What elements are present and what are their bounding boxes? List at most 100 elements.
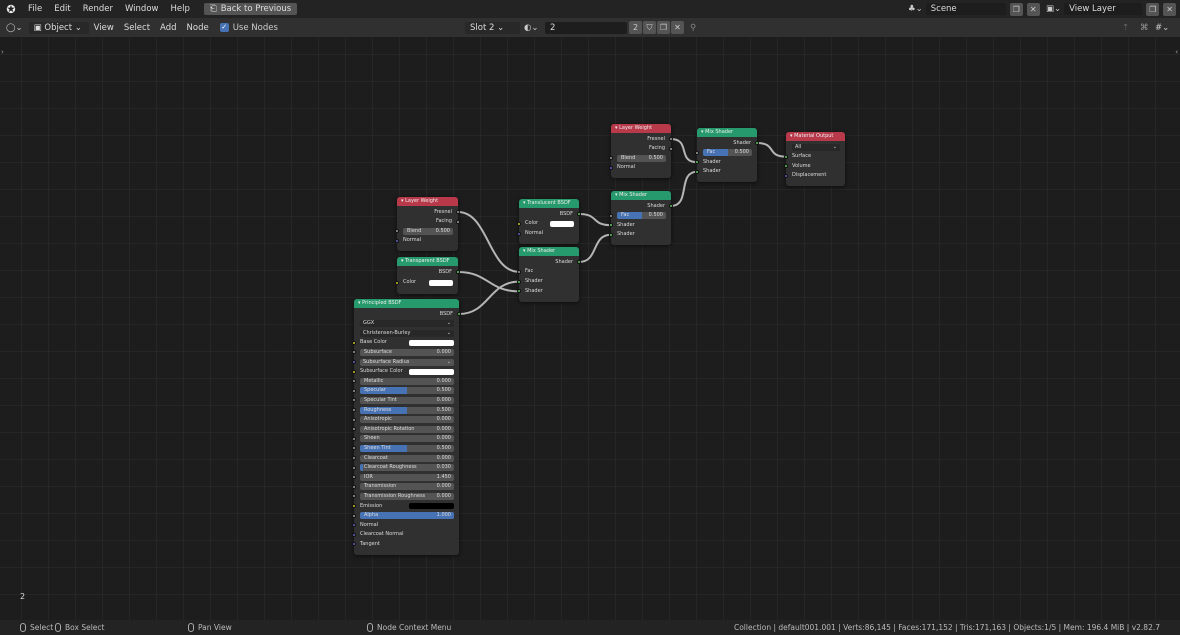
vector-socket-icon[interactable] xyxy=(609,165,613,170)
float-socket-icon[interactable] xyxy=(352,465,356,470)
value-slider[interactable]: Blend 0.500 xyxy=(403,227,453,235)
editor-type-icon[interactable]: ◯⌄ xyxy=(0,23,29,33)
socket-row-bsdf[interactable]: BSDF xyxy=(397,268,460,277)
node-header[interactable]: ▾ Mix Shader xyxy=(697,128,757,137)
value-slider[interactable]: Fac 0.500 xyxy=(617,212,666,220)
value-slider[interactable]: Transmission Roughness 0.000 xyxy=(360,492,454,500)
value-slider[interactable]: Sheen 0.000 xyxy=(360,435,454,443)
float-socket-icon[interactable] xyxy=(352,388,356,393)
node-header[interactable]: ▾ Material Output xyxy=(786,132,845,141)
material-browse-icon[interactable]: ◐⌄ xyxy=(524,23,539,33)
color-swatch[interactable] xyxy=(408,339,454,346)
node-principled-bsdf[interactable]: ▾ Principled BSDF BSDF GGX ⌄ Christensen-Bur… xyxy=(352,299,461,555)
float-socket-icon[interactable] xyxy=(352,484,356,489)
socket-row-bsdf[interactable]: BSDF xyxy=(354,310,461,319)
use-nodes-checkbox[interactable]: ✓ Use Nodes xyxy=(219,23,278,33)
toolbar-expand-icon[interactable]: › xyxy=(1,48,4,56)
value-slider[interactable]: IOR 1.450 xyxy=(360,473,454,481)
vector-socket-icon[interactable] xyxy=(784,173,788,178)
shader-socket-icon[interactable] xyxy=(755,141,759,145)
float-socket-icon[interactable] xyxy=(352,456,356,460)
vector-socket-icon[interactable] xyxy=(352,532,356,537)
socket-row-shader[interactable]: Shader xyxy=(517,277,579,286)
menu-select[interactable]: Select xyxy=(119,23,155,33)
socket-row-shader[interactable]: Shader xyxy=(517,287,579,296)
value-slider[interactable]: Clearcoat Roughness 0.030 xyxy=(360,464,454,472)
new-scene-icon[interactable]: ❐ xyxy=(1009,2,1023,16)
dropdown[interactable]: All ⌄ xyxy=(792,143,840,151)
value-slider[interactable]: Alpha 1.000 xyxy=(360,512,454,520)
node-mix-shader[interactable]: ▾ Mix Shader Shader Fac 0.500 Shader Shader xyxy=(609,191,673,246)
blender-logo-icon[interactable]: ✪ xyxy=(0,3,22,16)
socket-row-alpha[interactable]: Alpha 1.000 xyxy=(352,511,459,520)
socket-row-displacement[interactable]: Displacement xyxy=(784,171,845,180)
shader-socket-icon[interactable] xyxy=(456,270,460,274)
float-socket-icon[interactable] xyxy=(352,427,356,432)
socket-row-surface[interactable]: Surface xyxy=(784,152,845,161)
float-socket-icon[interactable] xyxy=(669,137,673,141)
menu-edit[interactable]: Edit xyxy=(48,4,76,14)
delete-scene-icon[interactable]: ✕ xyxy=(1026,2,1040,16)
socket-row-shader[interactable]: Shader xyxy=(611,202,673,211)
value-slider[interactable]: Anisotropic Rotation 0.000 xyxy=(360,425,454,433)
socket-row-sheen-tint[interactable]: Sheen Tint 0.500 xyxy=(352,444,459,453)
shader-socket-icon[interactable] xyxy=(784,164,788,169)
node-editor-canvas[interactable] xyxy=(0,37,1180,620)
node-transparent-bsdf[interactable]: ▾ Transparent BSDF BSDF Color xyxy=(395,257,460,294)
float-socket-icon[interactable] xyxy=(352,398,356,403)
float-socket-icon[interactable] xyxy=(456,219,460,224)
menu-render[interactable]: Render xyxy=(77,4,119,14)
float-socket-icon[interactable] xyxy=(352,513,356,518)
socket-row-specular[interactable]: Specular 0.500 xyxy=(352,386,459,395)
socket-row-clearcoat[interactable]: Clearcoat 0.000 xyxy=(352,454,459,463)
fake-user-shield-icon[interactable]: ⛉ xyxy=(643,21,656,34)
shader-socket-icon[interactable] xyxy=(517,279,521,284)
socket-row-normal[interactable]: Normal xyxy=(517,229,579,238)
socket-row-clearcoat-roughness[interactable]: Clearcoat Roughness 0.030 xyxy=(352,463,459,472)
socket-row-ggx[interactable]: GGX ⌄ xyxy=(354,319,459,328)
delete-view-layer-icon[interactable]: ✕ xyxy=(1163,2,1177,16)
shader-socket-icon[interactable] xyxy=(517,289,521,294)
value-slider[interactable]: Specular 0.500 xyxy=(360,387,454,395)
menu-add[interactable]: Add xyxy=(155,23,181,33)
socket-row-anisotropic[interactable]: Anisotropic 0.000 xyxy=(352,415,459,424)
material-users-count[interactable]: 2 xyxy=(629,21,642,34)
vector-socket-icon[interactable] xyxy=(352,360,356,364)
material-name-field[interactable]: 2 xyxy=(545,21,627,34)
unlink-material-icon[interactable]: ✕ xyxy=(671,21,684,34)
node-header[interactable]: ▾ Mix Shader xyxy=(611,191,671,200)
vector-socket-icon[interactable] xyxy=(517,231,521,236)
socket-row-normal[interactable]: Normal xyxy=(352,521,459,530)
float-socket-icon[interactable] xyxy=(352,475,356,480)
pin-icon[interactable]: ⚲ xyxy=(690,23,696,33)
socket-row-color[interactable]: Color xyxy=(395,278,458,287)
socket-row-facing[interactable]: Facing xyxy=(611,144,673,153)
node-layer-weight[interactable]: ▾ Layer Weight Fresnel Facing Blend 0.500 Nor… xyxy=(609,124,673,179)
value-slider[interactable]: Roughness 0.500 xyxy=(360,406,454,414)
value-slider[interactable]: Specular Tint 0.000 xyxy=(360,396,454,404)
menu-help[interactable]: Help xyxy=(164,4,195,14)
socket-row-anisotropic-rotation[interactable]: Anisotropic Rotation 0.000 xyxy=(352,425,459,434)
socket-row-christensen-burley[interactable]: Christensen-Burley ⌄ xyxy=(354,329,459,338)
socket-row-specular-tint[interactable]: Specular Tint 0.000 xyxy=(352,396,459,405)
socket-row-sheen[interactable]: Sheen 0.000 xyxy=(352,434,459,443)
menu-view[interactable]: View xyxy=(89,23,119,33)
socket-row-roughness[interactable]: Roughness 0.500 xyxy=(352,406,459,415)
node-header[interactable]: ▾ Layer Weight xyxy=(611,124,671,133)
socket-row-color[interactable]: Color xyxy=(517,219,579,228)
socket-row-shader[interactable]: Shader xyxy=(609,221,671,230)
socket-row-fac[interactable]: Fac xyxy=(517,267,579,276)
value-slider[interactable]: Fac 0.500 xyxy=(703,149,752,157)
float-socket-icon[interactable] xyxy=(609,156,613,161)
color-socket-icon[interactable] xyxy=(352,340,356,345)
float-socket-icon[interactable] xyxy=(517,269,521,274)
float-socket-icon[interactable] xyxy=(352,379,356,384)
node-material-output[interactable]: ▾ Material Output All ⌄ Surface Volume Displa… xyxy=(784,132,845,187)
socket-row-normal[interactable]: Normal xyxy=(395,236,458,245)
node-mix-shader[interactable]: ▾ Mix Shader Shader Fac 0.500 Shader Shader xyxy=(695,128,759,183)
node-layer-weight[interactable]: ▾ Layer Weight Fresnel Facing Blend 0.500 Nor… xyxy=(395,197,460,252)
color-swatch[interactable] xyxy=(550,220,574,227)
new-material-icon[interactable]: ❐ xyxy=(657,21,670,34)
float-socket-icon[interactable] xyxy=(695,150,699,155)
menu-file[interactable]: File xyxy=(22,4,48,14)
